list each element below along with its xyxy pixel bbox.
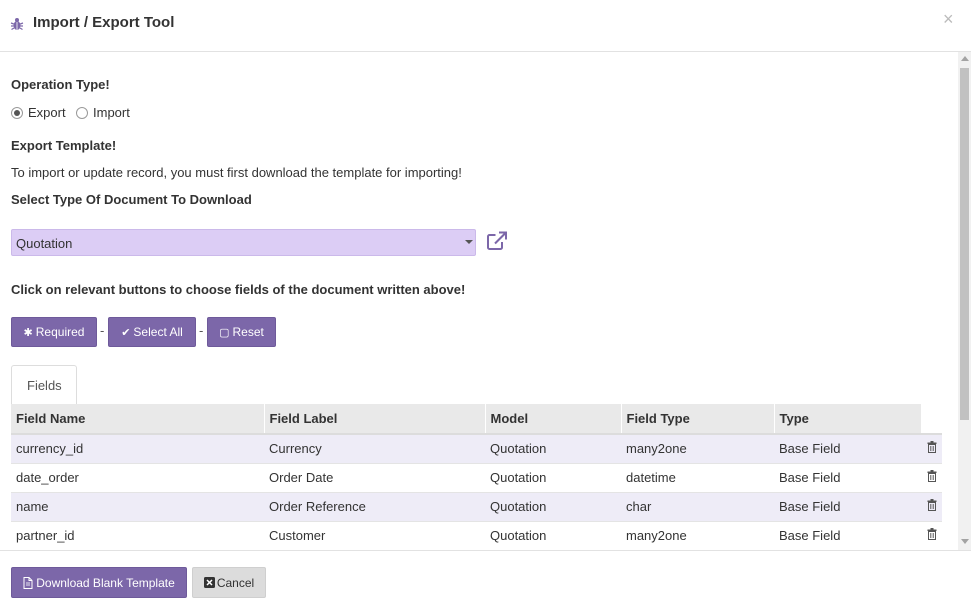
document-type-select[interactable]: Quotation — [11, 229, 476, 256]
square-icon: ▢ — [219, 326, 230, 339]
cell-field-type: many2one — [621, 521, 774, 550]
close-box-icon — [203, 577, 215, 588]
dialog-footer: Download Blank Template Cancel — [0, 550, 971, 610]
download-blank-template-button[interactable]: Download Blank Template — [11, 567, 187, 598]
cancel-button[interactable]: Cancel — [192, 567, 266, 598]
cell-field-name: currency_id — [11, 434, 264, 464]
document-type-label: Select Type Of Document To Download — [11, 192, 252, 207]
cell-field-label: Order Reference — [264, 492, 485, 522]
dialog-title: Import / Export Tool — [33, 14, 175, 31]
table-row[interactable]: partner_id Customer Quotation many2one B… — [11, 521, 942, 550]
chevron-down-icon — [465, 240, 473, 244]
button-separator: - — [199, 323, 204, 338]
cell-model: Quotation — [485, 492, 621, 522]
cell-model: Quotation — [485, 521, 621, 550]
column-header-model[interactable]: Model — [485, 404, 622, 435]
table-row[interactable]: currency_id Currency Quotation many2one … — [11, 434, 942, 464]
select-all-button-label: Select All — [133, 325, 183, 339]
trash-icon[interactable] — [927, 441, 937, 454]
close-icon[interactable]: × — [943, 9, 954, 30]
field-buttons-instruction: Click on relevant buttons to choose fiel… — [11, 282, 466, 297]
required-button-label: Required — [35, 325, 85, 339]
fields-table: Field Name Field Label Model Field Type … — [11, 404, 942, 550]
scroll-down-arrow-icon[interactable] — [961, 539, 969, 544]
trash-icon[interactable] — [927, 470, 937, 482]
delete-row-cell — [921, 463, 942, 493]
column-header-field-label[interactable]: Field Label — [264, 404, 486, 435]
template-note: To import or update record, you must fir… — [11, 165, 462, 180]
delete-row-cell — [921, 521, 942, 550]
trash-icon[interactable] — [927, 499, 937, 511]
export-template-heading: Export Template! — [11, 138, 117, 153]
import-radio-label[interactable]: Import — [93, 105, 130, 120]
table-row[interactable]: date_order Order Date Quotation datetime… — [11, 463, 942, 493]
cell-type: Base Field — [774, 463, 921, 493]
external-link-icon[interactable] — [486, 231, 508, 251]
asterisk-icon: ✱ — [23, 326, 33, 339]
cell-type: Base Field — [774, 434, 921, 464]
delete-row-cell — [921, 492, 942, 522]
download-button-label: Download Blank Template — [36, 575, 175, 590]
cell-type: Base Field — [774, 521, 921, 550]
export-radio[interactable] — [11, 107, 23, 119]
cell-field-type: datetime — [621, 463, 774, 493]
cell-field-label: Customer — [264, 521, 485, 550]
select-all-button[interactable]: ✔ Select All — [108, 317, 196, 347]
import-radio[interactable] — [76, 107, 88, 119]
scroll-up-arrow-icon[interactable] — [961, 56, 969, 61]
table-header-row: Field Name Field Label Model Field Type … — [11, 404, 942, 435]
bug-icon — [10, 18, 24, 31]
check-icon: ✔ — [121, 326, 131, 339]
trash-icon[interactable] — [927, 528, 937, 540]
table-row[interactable]: name Order Reference Quotation char Base… — [11, 492, 942, 522]
cell-field-name: date_order — [11, 463, 264, 493]
cell-model: Quotation — [485, 434, 621, 464]
button-separator: - — [100, 323, 105, 338]
reset-button-label: Reset — [232, 325, 264, 339]
delete-row-cell — [921, 434, 942, 464]
cell-field-name: name — [11, 492, 264, 522]
document-type-value: Quotation — [16, 236, 73, 251]
reset-button[interactable]: ▢ Reset — [207, 317, 276, 347]
dialog-body: Operation Type! Export Import Export Tem… — [0, 52, 958, 550]
column-header-actions — [921, 404, 942, 435]
required-button[interactable]: ✱ Required — [11, 317, 97, 347]
scrollbar-thumb[interactable] — [960, 68, 969, 420]
cell-field-type: many2one — [621, 434, 774, 464]
column-header-field-type[interactable]: Field Type — [621, 404, 775, 435]
dialog-header: Import / Export Tool × — [0, 0, 971, 52]
tab-fields[interactable]: Fields — [11, 365, 77, 405]
column-header-field-name[interactable]: Field Name — [11, 404, 265, 435]
export-radio-label[interactable]: Export — [28, 105, 66, 120]
cell-field-type: char — [621, 492, 774, 522]
cell-field-label: Currency — [264, 434, 485, 464]
column-header-type[interactable]: Type — [774, 404, 922, 435]
file-icon — [23, 576, 33, 589]
operation-type-label: Operation Type! — [11, 77, 110, 92]
cancel-button-label: Cancel — [216, 575, 255, 590]
cell-type: Base Field — [774, 492, 921, 522]
cell-model: Quotation — [485, 463, 621, 493]
tab-fields-label: Fields — [27, 378, 62, 393]
vertical-scrollbar[interactable] — [958, 52, 971, 550]
cell-field-name: partner_id — [11, 521, 264, 550]
cell-field-label: Order Date — [264, 463, 485, 493]
